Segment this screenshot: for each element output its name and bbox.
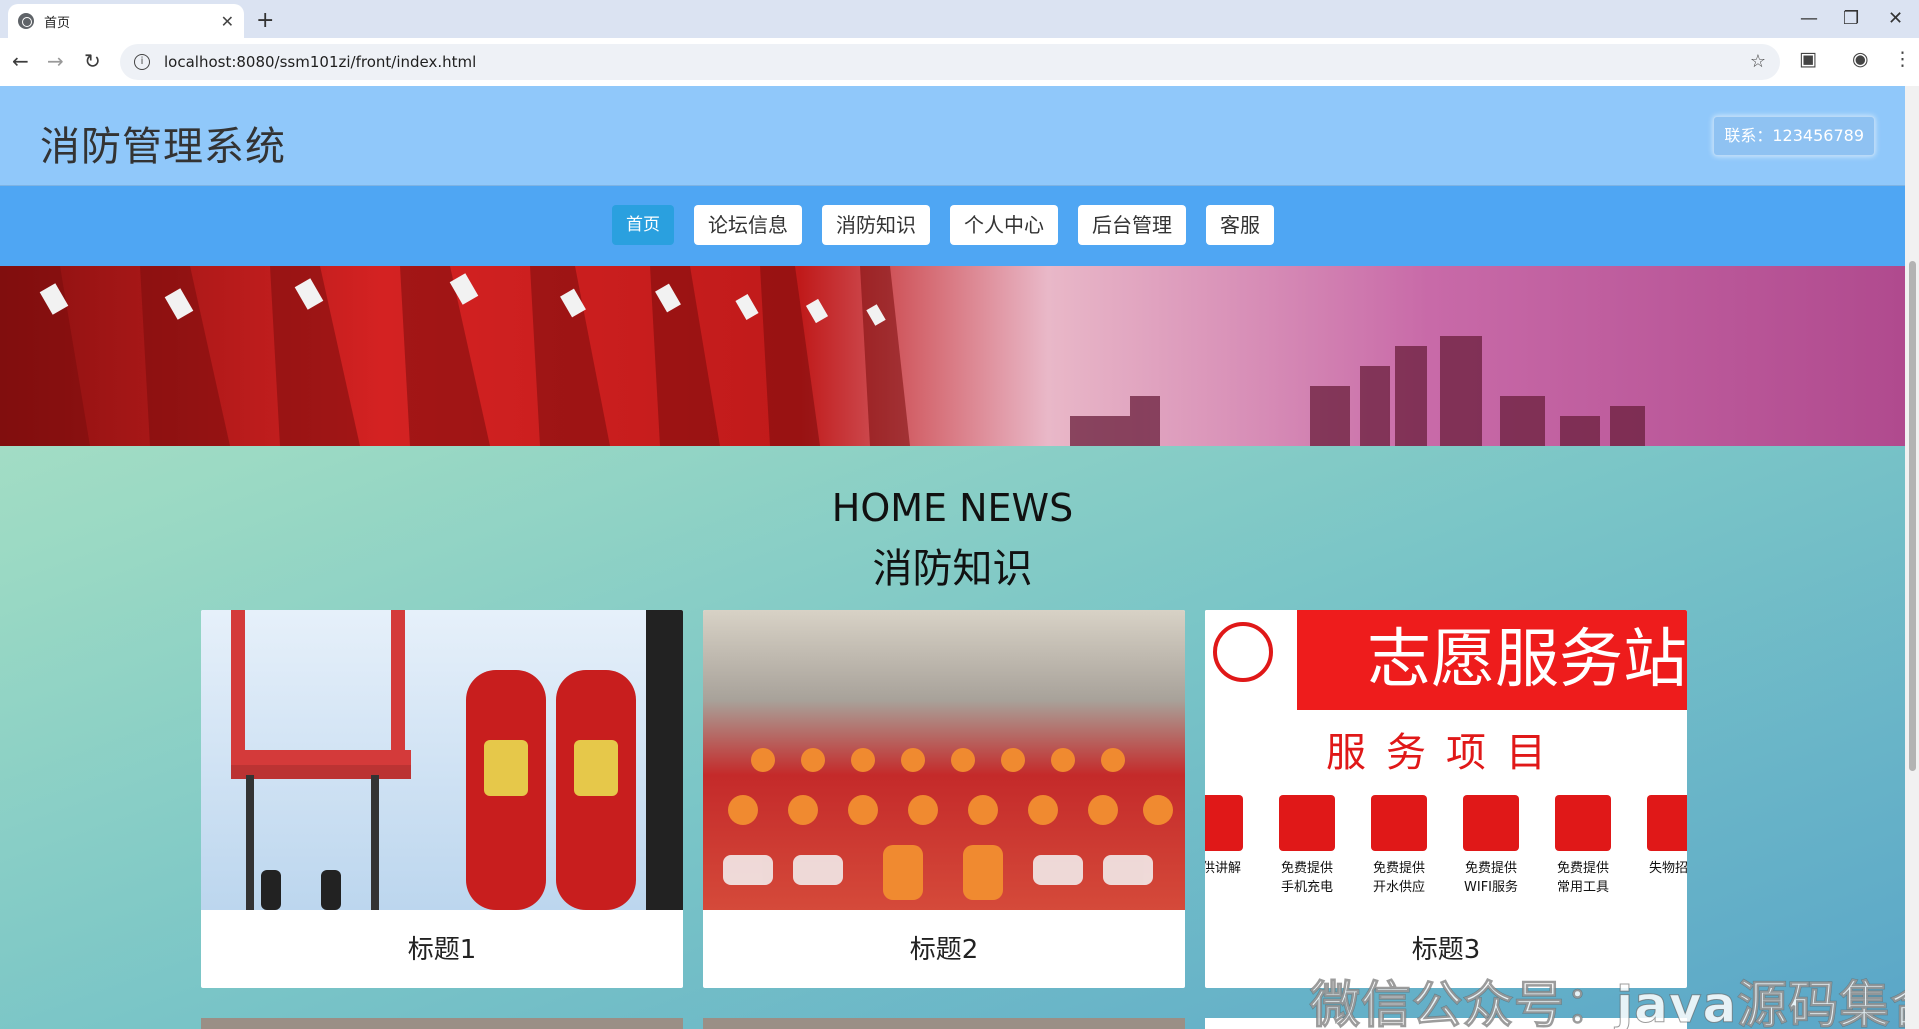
nav-fire-knowledge[interactable]: 消防知识	[822, 205, 930, 245]
section-title-en: HOME NEWS	[831, 486, 1074, 530]
forward-arrow-icon[interactable]: →	[47, 49, 64, 73]
page-scrollbar[interactable]	[1905, 86, 1919, 1029]
address-bar[interactable]: i localhost:8080/ssm101zi/front/index.ht…	[120, 44, 1780, 80]
main-nav: 首页 论坛信息 消防知识 个人中心 后台管理 客服	[0, 186, 1905, 266]
site-title: 消防管理系统	[40, 124, 286, 170]
restore-button[interactable]: ❐	[1843, 8, 1859, 29]
fire-extinguisher-image	[201, 610, 683, 910]
profile-icon[interactable]: ◉	[1852, 48, 1869, 70]
close-tab-icon[interactable]: ✕	[221, 12, 234, 31]
close-window-button[interactable]: ✕	[1888, 8, 1903, 29]
sign-header: 志愿服务站	[1297, 610, 1687, 710]
nav-customer-service[interactable]: 客服	[1206, 205, 1274, 245]
news-card[interactable]: 标题1	[201, 610, 683, 988]
service-item: 提供讲解	[1205, 795, 1245, 895]
site-info-icon[interactable]: i	[134, 54, 150, 70]
site-header: 消防管理系统 联系：123456789	[0, 86, 1905, 186]
card-title: 标题1	[407, 935, 477, 965]
service-item: 失物招领	[1645, 795, 1687, 895]
news-card-partial[interactable]	[201, 1018, 683, 1029]
contact-badge: 联系：123456789	[1713, 116, 1875, 156]
emblem-icon	[1213, 622, 1273, 682]
bookmark-star-icon[interactable]: ☆	[1750, 51, 1766, 72]
service-item: 免费提供手机充电	[1277, 795, 1337, 895]
url-text: localhost:8080/ssm101zi/front/index.html	[164, 53, 477, 71]
service-item: 免费提供开水供应	[1369, 795, 1429, 895]
card-title: 标题2	[909, 935, 979, 965]
news-card[interactable]: 标题2	[703, 610, 1185, 988]
globe-icon	[18, 13, 34, 29]
news-card[interactable]: 志愿服务站 服务项目 提供讲解 免费提供手机充电 免费提供开水供应 免费提供WI…	[1205, 610, 1687, 988]
sign-subheader: 服务项目	[1326, 730, 1566, 776]
reload-icon[interactable]: ↻	[84, 49, 101, 73]
banner-image	[0, 266, 1905, 446]
tab-title: 首页	[44, 15, 71, 31]
section-title-zh: 消防知识	[872, 546, 1033, 592]
news-card-partial[interactable]	[703, 1018, 1185, 1029]
volunteer-station-sign-image: 志愿服务站 服务项目 提供讲解 免费提供手机充电 免费提供开水供应 免费提供WI…	[1205, 610, 1687, 910]
nav-personal-center[interactable]: 个人中心	[950, 205, 1058, 245]
nav-forum[interactable]: 论坛信息	[694, 205, 802, 245]
watermark-text: 微信公众号：java源码集合	[1309, 976, 1905, 1029]
new-tab-button[interactable]: +	[256, 8, 274, 33]
extensions-icon[interactable]: ▣	[1799, 48, 1817, 70]
service-item: 免费提供WIFI服务	[1461, 795, 1521, 895]
service-items: 提供讲解 免费提供手机充电 免费提供开水供应 免费提供WIFI服务 免费提供常用…	[1205, 795, 1687, 895]
nav-home[interactable]: 首页	[612, 205, 674, 245]
browser-tabstrip: 首页 ✕ + — ❐ ✕	[0, 0, 1919, 38]
browser-tab[interactable]: 首页 ✕	[8, 4, 244, 38]
menu-dots-icon[interactable]: ⋮	[1893, 48, 1912, 70]
minimize-button[interactable]: —	[1800, 8, 1818, 29]
browser-toolbar: ← → ↻ i localhost:8080/ssm101zi/front/in…	[0, 38, 1919, 86]
scrollbar-thumb[interactable]	[1909, 261, 1916, 771]
service-item: 免费提供常用工具	[1553, 795, 1613, 895]
nav-admin[interactable]: 后台管理	[1078, 205, 1186, 245]
auditorium-photo	[703, 610, 1185, 910]
back-arrow-icon[interactable]: ←	[12, 49, 29, 73]
page-viewport: 消防管理系统 联系：123456789 首页 论坛信息 消防知识 个人中心 后台…	[0, 86, 1905, 1029]
